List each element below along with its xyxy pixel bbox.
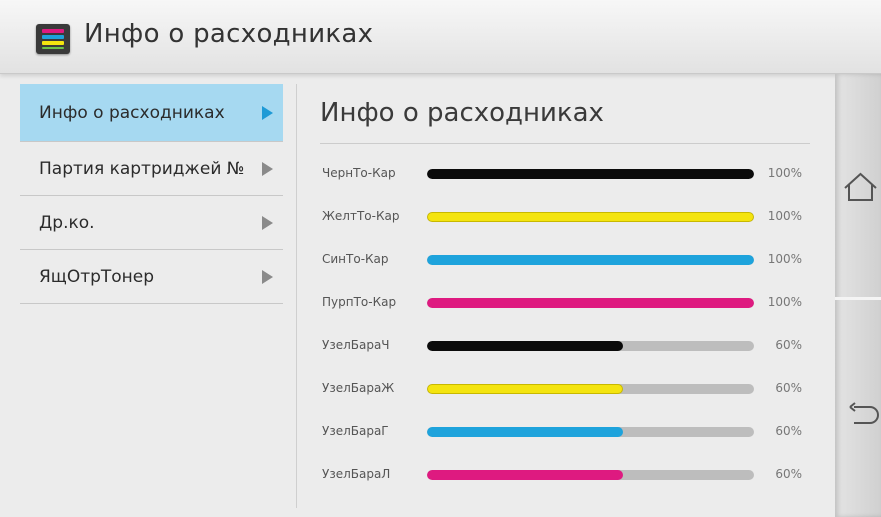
level-percent: 100%	[767, 209, 802, 223]
level-bar	[427, 341, 754, 351]
level-label: ЖелтТо-Кар	[322, 209, 400, 223]
level-label: СинТо-Кар	[322, 252, 389, 266]
level-percent: 60%	[775, 467, 802, 481]
level-bar	[427, 298, 754, 308]
level-label: УзелБараЧ	[322, 338, 390, 352]
level-percent: 100%	[767, 295, 802, 309]
level-row: ЧернТо-Кар 100%	[320, 164, 810, 184]
title-bar: Инфо о расходниках	[0, 0, 881, 74]
level-fill	[427, 384, 624, 394]
side-menu: Инфо о расходниках Партия картриджей № Д…	[20, 84, 283, 304]
level-label: УзелБараГ	[322, 424, 389, 438]
level-fill	[427, 169, 754, 179]
level-bar	[427, 384, 754, 394]
level-label: УзелБараЖ	[322, 381, 395, 395]
home-button[interactable]	[840, 150, 881, 220]
back-icon	[849, 402, 879, 424]
level-row: УзелБараЧ 60%	[320, 336, 810, 356]
level-row: СинТо-Кар 100%	[320, 250, 810, 270]
level-bar	[427, 470, 754, 480]
side-nav-divider	[835, 297, 881, 300]
menu-item-other[interactable]: Др.ко.	[20, 196, 283, 250]
level-fill	[427, 212, 754, 222]
back-button[interactable]	[840, 380, 881, 450]
level-percent: 100%	[767, 252, 802, 266]
level-fill	[427, 341, 624, 351]
level-label: УзелБараЛ	[322, 467, 391, 481]
level-fill	[427, 427, 624, 437]
menu-item-label: Инфо о расходниках	[39, 102, 225, 123]
level-percent: 60%	[775, 424, 802, 438]
menu-item-waste-toner[interactable]: ЯщОтрТонер	[20, 250, 283, 304]
supplies-icon	[36, 24, 70, 54]
level-label: ЧернТо-Кар	[322, 166, 396, 180]
level-label: ПурпТо-Кар	[322, 295, 397, 309]
level-bar	[427, 255, 754, 265]
level-fill	[427, 298, 754, 308]
level-percent: 60%	[775, 338, 802, 352]
chevron-right-icon	[262, 161, 273, 176]
panel-divider	[296, 84, 297, 508]
level-row: ЖелтТо-Кар 100%	[320, 207, 810, 227]
menu-item-label: ЯщОтрТонер	[39, 266, 155, 287]
level-fill	[427, 255, 754, 265]
level-row: ПурпТо-Кар 100%	[320, 293, 810, 313]
chevron-right-icon	[262, 269, 273, 284]
chevron-right-icon	[262, 215, 273, 230]
chevron-right-icon	[262, 105, 273, 120]
level-fill	[427, 470, 624, 480]
level-row: УзелБараЖ 60%	[320, 379, 810, 399]
level-bar	[427, 427, 754, 437]
level-bar	[427, 212, 754, 222]
level-row: УзелБараЛ 60%	[320, 465, 810, 485]
menu-item-label: Партия картриджей №	[39, 158, 245, 179]
home-icon	[844, 172, 877, 201]
page-title: Инфо о расходниках	[84, 19, 374, 49]
menu-item-label: Др.ко.	[39, 212, 95, 233]
content-title: Инфо о расходниках	[320, 98, 604, 128]
content-divider	[320, 143, 810, 144]
side-nav	[835, 74, 881, 517]
level-percent: 60%	[775, 381, 802, 395]
level-bar	[427, 169, 754, 179]
menu-item-supplies-info[interactable]: Инфо о расходниках	[20, 84, 283, 142]
level-row: УзелБараГ 60%	[320, 422, 810, 442]
menu-item-cartridge-batch[interactable]: Партия картриджей №	[20, 142, 283, 196]
level-percent: 100%	[767, 166, 802, 180]
